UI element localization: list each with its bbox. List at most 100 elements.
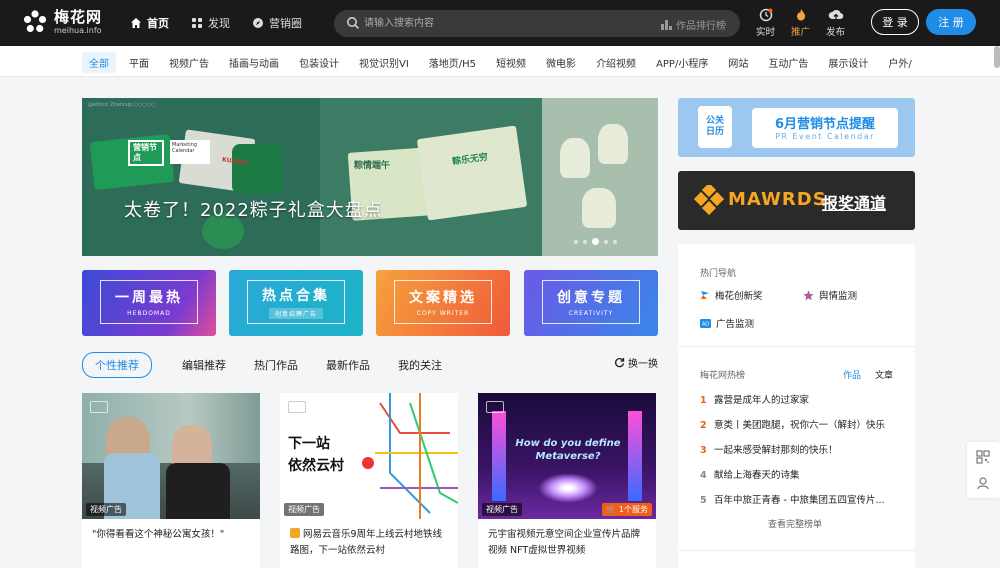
quick-card-copywriting[interactable]: 文案精选 COPY WRITER <box>376 270 510 336</box>
banner-dot[interactable] <box>613 239 617 244</box>
banner-dot[interactable] <box>604 239 608 244</box>
hot-list-text: 献给上海春天的诗集 <box>714 470 800 481</box>
hot-tab-articles[interactable]: 文章 <box>875 368 893 381</box>
work-card-thumbnail[interactable]: How do you define Metaverse? 视频广告 🛒 1个服务 <box>478 393 656 519</box>
view-full-list-link[interactable]: 查看完整榜单 <box>768 517 822 530</box>
hot-nav-item[interactable]: 舆情监测 <box>803 288 857 302</box>
category-item[interactable]: 插画与动画 <box>222 52 286 73</box>
hot-tab-works[interactable]: 作品 <box>843 368 861 381</box>
service-badge-label: 1个服务 <box>618 505 648 514</box>
hero-banner[interactable]: 粽情端午 粽乐无穷 KUAISH @ethnic Zhencup ○○○○○ 营… <box>82 98 658 256</box>
banner-dot-active[interactable] <box>592 238 599 245</box>
tab-latest-works[interactable]: 最新作品 <box>326 357 370 373</box>
quick-card-weekly-hot[interactable]: 一周最热 HEBDOMAD <box>82 270 216 336</box>
poster-line: 依然云村 <box>288 458 344 474</box>
banner-card <box>416 125 528 221</box>
nav-item-home[interactable]: 首页 <box>130 15 169 31</box>
compass-icon <box>253 18 263 28</box>
hot-list-item[interactable]: 2 意类丨美团跑腿，祝你六一（解封）快乐 <box>700 417 900 431</box>
category-item[interactable]: 视觉识别VI <box>352 52 416 73</box>
work-card-thumbnail[interactable]: 下一站 依然云村 视频广告 <box>280 393 458 519</box>
login-button[interactable]: 登 录 <box>871 9 919 35</box>
page-scrollbar[interactable] <box>994 46 1000 68</box>
register-button[interactable]: 注 册 <box>926 9 976 35</box>
category-item[interactable]: 介绍视频 <box>589 52 643 73</box>
work-card-tag: 视频广告 <box>86 503 126 516</box>
search-input[interactable] <box>364 14 604 33</box>
hot-list-title: 梅花网热榜 <box>700 371 746 381</box>
banner-dot[interactable] <box>574 239 578 244</box>
ad-icon: AD <box>700 318 711 328</box>
category-item[interactable]: 网站 <box>721 52 755 73</box>
category-item[interactable]: APP/小程序 <box>649 52 715 73</box>
site-logo[interactable]: 梅花网 meihua.info <box>22 9 102 35</box>
category-item[interactable]: 落地页/H5 <box>422 52 483 73</box>
refresh-icon <box>615 358 625 368</box>
category-item[interactable]: 互动广告 <box>761 52 815 73</box>
video-icon <box>90 401 108 413</box>
rank-link[interactable]: 作品排行榜 <box>661 17 726 32</box>
quick-card-hot-collection[interactable]: 热点合集 创意招聘广告 <box>229 270 363 336</box>
customer-service-icon[interactable] <box>976 476 990 490</box>
hot-list-item[interactable]: 1 露营是成年人的过家家 <box>700 392 900 406</box>
quick-card-creative-topic[interactable]: 创意专题 CREATIVITY <box>524 270 658 336</box>
cloud-upload-icon <box>828 9 843 20</box>
service-badge[interactable]: 🛒 1个服务 <box>602 503 652 516</box>
realtime-button[interactable]: 实时 <box>756 8 775 38</box>
mawrds-banner[interactable]: MAWRDS 报奖通道 <box>678 171 915 230</box>
work-card[interactable]: How do you define Metaverse? 视频广告 🛒 1个服务… <box>478 393 656 568</box>
mawrds-brand: MAWRDS <box>728 189 827 210</box>
banner-gift-box <box>232 144 282 194</box>
nav-item-discover[interactable]: 发现 <box>191 15 230 31</box>
nav-item-marketing-circle[interactable]: 营销圈 <box>252 15 302 31</box>
tab-hot-works[interactable]: 热门作品 <box>254 357 298 373</box>
main-nav: 首页 发现 营销圈 <box>130 15 302 31</box>
work-card-title[interactable]: 网易云音乐9周年上线云村地铁线路图，下一站依然云村 <box>290 527 450 559</box>
refresh-label: 换一换 <box>628 359 658 370</box>
category-all[interactable]: 全部 <box>82 52 116 73</box>
hot-list-item[interactable]: 3 一起来感受解封那刻的快乐！ <box>700 442 900 456</box>
qr-code-icon[interactable] <box>976 450 990 464</box>
hot-list-item[interactable]: 5 百年中旅正青春 - 中旅集团五四宣传片... <box>700 492 900 506</box>
search-bar: 作品排行榜 <box>334 10 740 37</box>
quick-card-title: 一周最热 <box>115 290 183 306</box>
floating-toolbar <box>967 442 1000 498</box>
work-card[interactable]: 视频广告 "你得看看这个神秘公寓女孩！" <box>82 393 260 568</box>
category-item[interactable]: 视频广告 <box>162 52 216 73</box>
panel-divider <box>678 346 915 347</box>
pr-calendar-banner[interactable]: 公关 日历 6月营销节点提醒 PR Event Calendar <box>678 98 915 157</box>
banner-dot[interactable] <box>583 239 587 244</box>
work-card[interactable]: 下一站 依然云村 视频广告 网易云音乐9周年上线云村地铁线路图，下一站依然云村 <box>280 393 458 568</box>
category-item[interactable]: 包装设计 <box>292 52 346 73</box>
search-icon[interactable] <box>346 16 360 30</box>
hot-nav-item[interactable]: 梅花创新奖 <box>700 288 763 302</box>
hot-list-text: 露营是成年人的过家家 <box>714 395 810 406</box>
category-item[interactable]: 平面 <box>122 52 156 73</box>
banner-marketing-tag: 营销节点 <box>128 140 164 166</box>
publish-button[interactable]: 发布 <box>826 8 845 38</box>
svg-text:AD: AD <box>702 321 709 327</box>
hot-list-text: 百年中旅正青春 - 中旅集团五四宣传片... <box>714 495 885 506</box>
work-card-title[interactable]: 元宇宙视频元意空间企业宣传片品牌视频 NFT虚拟世界视频 <box>488 527 648 559</box>
promote-button[interactable]: 推广 <box>791 8 810 38</box>
banner-figure <box>560 138 590 178</box>
hot-nav-item[interactable]: AD 广告监测 <box>700 316 754 330</box>
refresh-button[interactable]: 换一换 <box>614 355 658 370</box>
top-navigation-bar: 梅花网 meihua.info 首页 发现 营销圈 作品排行榜 实时 <box>0 0 1000 46</box>
tab-personal-recommend[interactable]: 个性推荐 <box>82 352 152 378</box>
work-card-tag: 视频广告 <box>482 503 522 516</box>
work-card-title[interactable]: "你得看看这个神秘公寓女孩！" <box>92 527 252 543</box>
tab-my-follow[interactable]: 我的关注 <box>398 357 442 373</box>
quick-card-title: 创意专题 <box>557 290 625 306</box>
calendar-badge-text: 公关 <box>705 116 724 126</box>
star-icon <box>803 290 814 300</box>
tab-editor-recommend[interactable]: 编辑推荐 <box>182 357 226 373</box>
work-card-thumbnail[interactable]: 视频广告 <box>82 393 260 519</box>
category-item[interactable]: 展示设计 <box>821 52 875 73</box>
category-item[interactable]: 短视频 <box>489 52 533 73</box>
quick-card-frame: 一周最热 HEBDOMAD <box>100 280 198 324</box>
sidebar-panel: 热门导航 梅花创新奖 舆情监测 AD 广告监测 梅花网热榜 作品 文章 1 露营是… <box>678 244 915 568</box>
category-item[interactable]: 户外/ <box>881 52 916 73</box>
category-item[interactable]: 微电影 <box>539 52 583 73</box>
hot-list-item[interactable]: 4 献给上海春天的诗集 <box>700 467 900 481</box>
